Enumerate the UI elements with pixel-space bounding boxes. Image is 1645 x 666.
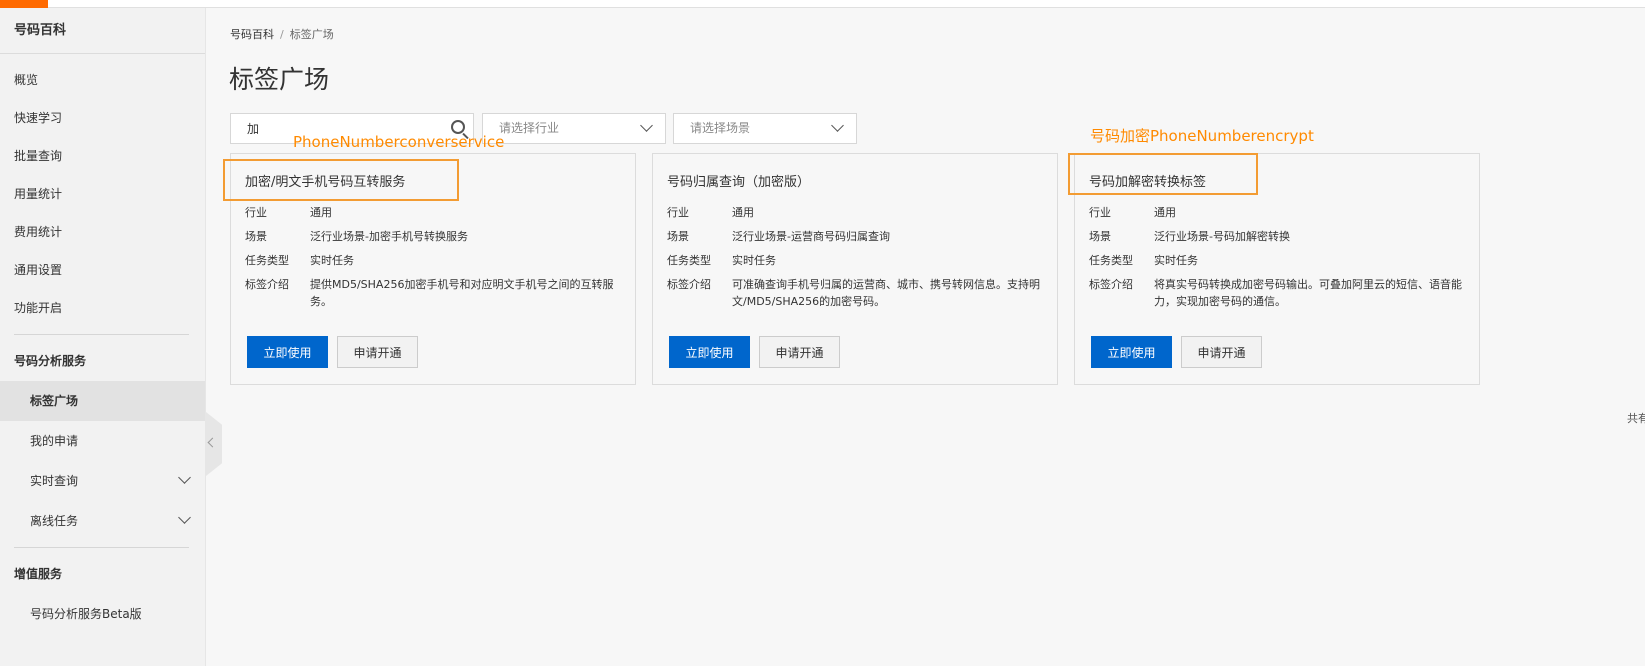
- annotation-highlight-box: [223, 159, 459, 201]
- sidebar-title: 号码百科: [0, 8, 205, 54]
- row-key: 行业: [1089, 206, 1111, 219]
- row-key: 标签介绍: [1089, 278, 1133, 291]
- breadcrumb: 号码百科 / 标签广场: [230, 26, 334, 42]
- sidebar-item-feature-enable[interactable]: 功能开启: [0, 288, 205, 328]
- row-value: 泛行业场景-运营商号码归属查询: [732, 230, 890, 243]
- apply-button[interactable]: 申请开通: [1181, 336, 1262, 368]
- annotation-highlight-box: [1068, 153, 1258, 195]
- sidebar-item-cost-stats[interactable]: 费用统计: [0, 212, 205, 252]
- sidebar-item-realtime-query[interactable]: 实时查询: [0, 461, 205, 501]
- row-value: 通用: [310, 206, 332, 219]
- card-row-task-type: 任务类型 实时任务: [667, 252, 1045, 269]
- card-title: 号码归属查询（加密版）: [667, 175, 811, 190]
- sidebar-item-tag-square[interactable]: 标签广场: [0, 381, 205, 421]
- annotation-label: 号码加密PhoneNumberencrypt: [1090, 127, 1314, 145]
- sidebar-section-analysis: 号码分析服务: [14, 354, 87, 368]
- sidebar-item-label: 实时查询: [30, 474, 79, 488]
- row-value: 实时任务: [310, 254, 354, 267]
- sidebar-collapse-handle[interactable]: [206, 412, 222, 476]
- sidebar-divider: [14, 547, 189, 548]
- row-value: 提供MD5/SHA256加密手机号和对应明文手机号之间的互转服务。: [310, 278, 614, 308]
- card-row-industry: 行业 通用: [1089, 204, 1467, 221]
- breadcrumb-separator: /: [280, 28, 284, 41]
- industry-select-placeholder: 请选择行业: [499, 121, 560, 135]
- use-now-button[interactable]: 立即使用: [247, 336, 328, 368]
- row-key: 场景: [1089, 230, 1111, 243]
- card-details: 行业 通用 场景 泛行业场景-加密手机号转换服务 任务类型 实时任务 标签介绍 提供MD…: [245, 204, 623, 317]
- row-value: 泛行业场景-号码加解密转换: [1154, 230, 1290, 243]
- row-key: 行业: [245, 206, 267, 219]
- card-row-industry: 行业 通用: [667, 204, 1045, 221]
- card-row-intro: 标签介绍 提供MD5/SHA256加密手机号和对应明文手机号之间的互转服务。: [245, 276, 623, 310]
- use-now-button[interactable]: 立即使用: [669, 336, 750, 368]
- chevron-down-icon: [178, 471, 191, 484]
- apply-button[interactable]: 申请开通: [759, 336, 840, 368]
- sidebar-item-overview[interactable]: 概览: [0, 60, 205, 100]
- brand-accent: [0, 0, 48, 8]
- card-row-task-type: 任务类型 实时任务: [1089, 252, 1467, 269]
- sidebar-section-value-added: 增值服务: [14, 567, 63, 581]
- row-value: 实时任务: [732, 254, 776, 267]
- card-details: 行业 通用 场景 泛行业场景-运营商号码归属查询 任务类型 实时任务 标签介绍 可准确查…: [667, 204, 1045, 317]
- row-value: 通用: [1154, 206, 1176, 219]
- search-icon[interactable]: [451, 120, 465, 134]
- sidebar-item-usage-stats[interactable]: 用量统计: [0, 174, 205, 214]
- chevron-down-icon: [178, 511, 191, 524]
- scene-select-placeholder: 请选择场景: [690, 121, 751, 135]
- tag-card: 号码归属查询（加密版） 行业 通用 场景 泛行业场景-运营商号码归属查询 任务类型 实…: [652, 153, 1058, 385]
- pagination-total: 共有: [1627, 412, 1645, 425]
- card-row-task-type: 任务类型 实时任务: [245, 252, 623, 269]
- card-row-scene: 场景 泛行业场景-运营商号码归属查询: [667, 228, 1045, 245]
- top-bar: [0, 0, 1645, 8]
- row-value: 实时任务: [1154, 254, 1198, 267]
- card-row-scene: 场景 泛行业场景-加密手机号转换服务: [245, 228, 623, 245]
- card-row-industry: 行业 通用: [245, 204, 623, 221]
- row-key: 标签介绍: [667, 278, 711, 291]
- sidebar-item-beta-service[interactable]: 号码分析服务Beta版: [0, 594, 205, 634]
- row-key: 任务类型: [245, 254, 289, 267]
- card-details: 行业 通用 场景 泛行业场景-号码加解密转换 任务类型 实时任务 标签介绍 将真实号码转…: [1089, 204, 1467, 317]
- card-row-intro: 标签介绍 可准确查询手机号归属的运营商、城市、携号转网信息。支持明文/MD5/SH…: [667, 276, 1045, 310]
- use-now-button[interactable]: 立即使用: [1091, 336, 1172, 368]
- row-key: 标签介绍: [245, 278, 289, 291]
- sidebar-item-offline-task[interactable]: 离线任务: [0, 501, 205, 541]
- sidebar-item-batch-query[interactable]: 批量查询: [0, 136, 205, 176]
- scene-select[interactable]: 请选择场景: [673, 113, 857, 144]
- row-key: 行业: [667, 206, 689, 219]
- row-key: 场景: [667, 230, 689, 243]
- sidebar-item-quick-learn[interactable]: 快速学习: [0, 98, 205, 138]
- row-key: 任务类型: [1089, 254, 1133, 267]
- sidebar-item-label: 离线任务: [30, 514, 79, 528]
- industry-select[interactable]: 请选择行业: [482, 113, 666, 144]
- row-value: 可准确查询手机号归属的运营商、城市、携号转网信息。支持明文/MD5/SHA256…: [732, 278, 1040, 308]
- row-value: 将真实号码转换成加密号码输出。可叠加阿里云的短信、语音能力，实现加密号码的通信。: [1154, 278, 1462, 308]
- breadcrumb-root[interactable]: 号码百科: [230, 28, 274, 41]
- chevron-down-icon: [640, 119, 653, 132]
- page-title: 标签广场: [229, 65, 330, 94]
- chevron-left-icon: [207, 437, 218, 448]
- card-row-scene: 场景 泛行业场景-号码加解密转换: [1089, 228, 1467, 245]
- sidebar-divider: [14, 334, 189, 335]
- row-key: 场景: [245, 230, 267, 243]
- annotation-label: PhoneNumberconverservice: [293, 133, 505, 151]
- sidebar-item-my-applications[interactable]: 我的申请: [0, 421, 205, 461]
- apply-button[interactable]: 申请开通: [337, 336, 418, 368]
- breadcrumb-current: 标签广场: [289, 28, 334, 41]
- row-value: 通用: [732, 206, 754, 219]
- chevron-down-icon: [831, 119, 844, 132]
- card-row-intro: 标签介绍 将真实号码转换成加密号码输出。可叠加阿里云的短信、语音能力，实现加密号码…: [1089, 276, 1467, 310]
- row-key: 任务类型: [667, 254, 711, 267]
- row-value: 泛行业场景-加密手机号转换服务: [310, 230, 468, 243]
- sidebar-item-general-settings[interactable]: 通用设置: [0, 250, 205, 290]
- sidebar: 号码百科 概览 快速学习 批量查询 用量统计 费用统计 通用设置 功能开启 号码…: [0, 8, 206, 666]
